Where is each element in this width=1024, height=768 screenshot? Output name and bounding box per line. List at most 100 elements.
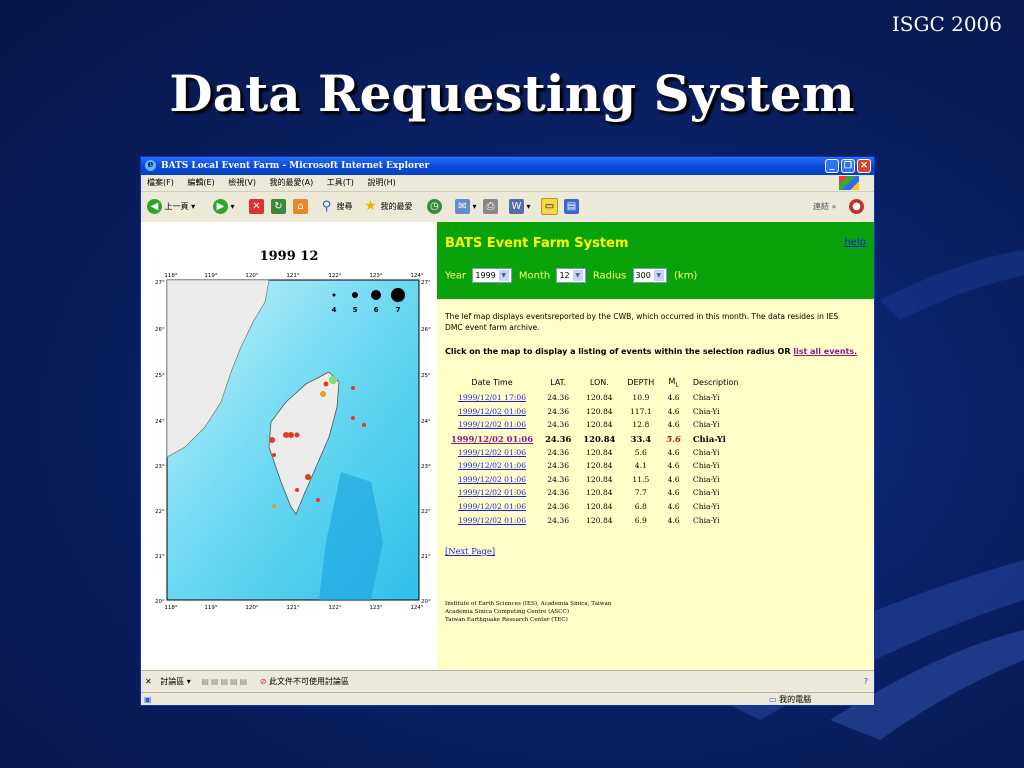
help-link[interactable]: help [844,237,866,248]
search-button[interactable]: ⚲ 搜尋 [319,198,353,216]
event-marker[interactable] [269,437,275,443]
event-lon: 120.84 [586,447,613,457]
help-icon[interactable]: ? [864,671,868,693]
menu-bar: 檔案(F) 編輯(E) 檢視(V) 我的最愛(A) 工具(T) 說明(H) [141,175,874,192]
refresh-button[interactable]: ↻ [271,198,286,216]
forward-arrow-icon: ▶ [213,199,228,214]
menu-file[interactable]: 檔案(F) [147,178,174,187]
col-lon: LON. [589,378,609,387]
lat-tick-label: 22° [155,509,165,515]
event-marker[interactable] [362,423,366,427]
lat-tick-label: 20° [155,599,165,605]
menu-edit[interactable]: 編輯(E) [187,178,214,187]
event-magnitude: 4.6 [667,474,680,484]
page-icon: ▣ [144,695,152,704]
app-header: BATS Event Farm System help Year 1999 ▼ M… [437,222,874,299]
event-magnitude: 4.6 [667,502,680,512]
event-map[interactable]: 4 5 6 7 118° 119° 120° 121° 122° 123° 12… [141,222,437,670]
event-datetime-link[interactable]: 1999/12/02 01:06 [445,445,539,459]
event-datetime-link[interactable]: 1999/12/02 01:06 [445,405,539,419]
year-label: Year [445,270,467,282]
event-datetime-link[interactable]: 1999/12/02 01:06 [445,513,539,527]
menu-view[interactable]: 檢視(V) [228,178,256,187]
event-datetime-link[interactable]: 1999/12/01 17:06 [445,391,539,405]
event-marker[interactable] [288,432,294,438]
month-select[interactable]: 12 ▼ [556,268,586,283]
event-marker[interactable] [329,376,337,384]
links-button[interactable]: 連結 » [813,198,836,216]
discussion-menu[interactable]: 討論區 ▾ [160,677,191,686]
stop-button[interactable]: ✕ [249,198,264,216]
lat-tick-label: 24° [155,419,165,425]
legend-dot-6 [371,290,381,300]
radius-select[interactable]: 300 ▼ [632,268,667,283]
event-marker[interactable] [272,453,276,457]
event-description: Chia-Yi [692,488,720,498]
event-datetime-link[interactable]: 1999/12/02 01:06 [445,486,539,500]
discussion-message: 此文件不可使用討論區 [268,677,349,686]
event-marker[interactable] [320,391,326,397]
discussion-tool-icons[interactable]: ▤▤▤▤▤ [201,677,249,686]
event-description: Chia-Yi [692,433,726,444]
window-titlebar[interactable]: e BATS Local Event Farm - Microsoft Inte… [141,157,874,175]
event-datetime-link[interactable]: 1999/12/02 01:06 [445,473,539,487]
menu-tools[interactable]: 工具(T) [327,178,354,187]
history-button[interactable]: ◷ [427,198,442,216]
event-marker[interactable] [316,498,320,502]
home-button[interactable]: ⌂ [293,198,308,216]
credit-line: Taiwan Earthquake Research Center (TEC) [445,617,568,623]
lat-tick-label: 20° [421,599,431,605]
year-select[interactable]: 1999 ▼ [472,268,512,283]
discuss-toggle-button[interactable]: ▭ [541,198,558,216]
month-label: Month [518,270,551,282]
event-depth: 6.8 [634,502,647,512]
extra-tool-button[interactable]: ● [849,198,864,216]
event-marker[interactable] [351,416,355,420]
table-row: 1999/12/02 01:06 24.36 120.84 12.8 4.6 Chia-Y… [445,418,744,432]
lon-tick-label: 124° [410,605,423,611]
event-marker[interactable] [351,386,355,390]
event-datetime-link[interactable]: 1999/12/02 01:06 [445,432,539,446]
menu-favorites[interactable]: 我的最愛(A) [270,178,314,187]
lat-tick-label: 24° [421,419,431,425]
zone-label: 我的電腦 [779,695,812,704]
event-marker[interactable] [272,504,276,508]
close-button[interactable]: ✕ [857,159,871,173]
mail-button[interactable]: ✉ ▾ [455,198,477,216]
menu-help[interactable]: 說明(H) [367,178,395,187]
events-table: Date Time LAT. LON. DEPTH ML Description… [445,374,744,527]
print-button[interactable]: ⎙ [483,198,498,216]
home-icon: ⌂ [293,199,308,214]
year-value: 1999 [475,271,496,280]
event-datetime-link[interactable]: 1999/12/02 01:06 [445,418,539,432]
lat-tick-label: 26° [155,327,165,333]
event-description: Chia-Yi [692,420,720,430]
table-row: 1999/12/02 01:06 24.36 120.84 7.7 4.6 Chia-Yi [445,486,744,500]
favorites-button[interactable]: ★ 我的最愛 [363,198,412,216]
back-button[interactable]: ◀ 上一頁 ▾ [147,198,195,216]
lat-tick-label: 23° [155,464,165,470]
lat-tick-label: 27° [421,280,431,286]
next-page-link[interactable]: [Next Page] [445,546,495,556]
no-entry-icon: ⊘ [259,677,267,686]
lat-tick-label: 23° [421,464,431,470]
event-marker[interactable] [305,474,311,480]
intro-text: The lef map displays eventsreported by t… [445,312,839,332]
forward-button[interactable]: ▶ ▾ [213,198,235,216]
discussion-bar: ✕ 討論區 ▾ ▤▤▤▤▤ ⊘ 此文件不可使用討論區 ? [141,670,874,693]
event-magnitude: 4.6 [667,420,680,430]
maximize-button[interactable]: ❐ [841,159,855,173]
event-depth: 6.9 [634,515,647,525]
event-lon: 120.84 [586,393,613,403]
list-all-events-link[interactable]: list all events. [793,347,857,356]
close-discussion-icon[interactable]: ✕ [145,677,152,686]
research-button[interactable]: ▤ [564,198,579,216]
event-marker[interactable] [323,381,329,387]
minimize-button[interactable]: _ [825,159,839,173]
event-datetime-link[interactable]: 1999/12/02 01:06 [445,500,539,514]
edit-button[interactable]: W ▾ [509,198,531,216]
event-datetime-link[interactable]: 1999/12/02 01:06 [445,459,539,473]
event-lon: 120.84 [586,461,613,471]
event-marker[interactable] [295,488,299,492]
event-marker[interactable] [294,432,300,438]
